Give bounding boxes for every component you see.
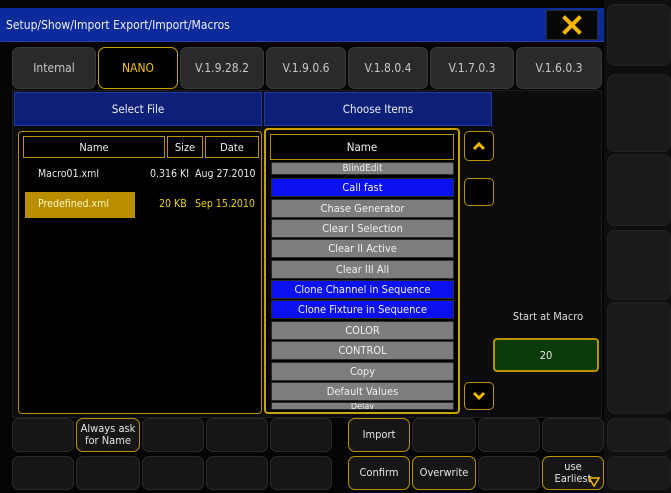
chevron-up-icon bbox=[472, 141, 486, 151]
use-earliest-button[interactable]: use Earliest bbox=[542, 456, 604, 490]
column-header-size[interactable]: Size bbox=[167, 136, 203, 158]
table-row-selected[interactable]: Predefined.xml 20 KB Sep 15.2010 bbox=[23, 192, 259, 218]
scroll-thumb[interactable] bbox=[464, 178, 494, 206]
tab-v1-8-0-4[interactable]: V.1.8.0.4 bbox=[348, 47, 428, 89]
tab-v1-6-0-3[interactable]: V.1.6.0.3 bbox=[516, 47, 602, 89]
table-row[interactable]: Macro01.xml 0.316 KI Aug 27.2010 bbox=[23, 162, 259, 188]
tab-v1-9-0-6[interactable]: V.1.9.0.6 bbox=[266, 47, 346, 89]
chevron-down-icon bbox=[472, 391, 486, 401]
right-button-5[interactable] bbox=[607, 302, 671, 414]
file-name: Macro01.xml bbox=[38, 168, 99, 180]
bottom-button-7[interactable] bbox=[412, 418, 476, 452]
column-header-date[interactable]: Date bbox=[205, 136, 259, 158]
bottom-button-13[interactable] bbox=[206, 456, 268, 490]
list-item-selected[interactable]: Clone Channel in Sequence bbox=[271, 280, 454, 299]
overwrite-button[interactable]: Overwrite bbox=[412, 456, 476, 490]
right-button-1[interactable] bbox=[607, 4, 671, 66]
import-button[interactable]: Import bbox=[348, 418, 410, 452]
right-button-2[interactable] bbox=[607, 74, 671, 152]
bottom-button-3[interactable] bbox=[142, 418, 204, 452]
title-bar: Setup/Show/Import Export/Import/Macros bbox=[0, 8, 604, 42]
right-button-7[interactable] bbox=[607, 456, 671, 490]
choose-items-header: Choose Items bbox=[264, 92, 492, 126]
list-item[interactable]: Clear I Selection bbox=[271, 219, 454, 238]
start-at-macro-label: Start at Macro bbox=[512, 310, 584, 323]
items-column-header-name[interactable]: Name bbox=[270, 134, 454, 160]
bottom-button-17[interactable] bbox=[478, 456, 540, 490]
scroll-down-button[interactable] bbox=[464, 382, 494, 410]
bottom-button-1[interactable] bbox=[12, 418, 74, 452]
bottom-button-9[interactable] bbox=[542, 418, 604, 452]
tab-nano[interactable]: NANO bbox=[98, 47, 178, 89]
items-list: Name BlindEdit Call fast Chase Generator… bbox=[264, 128, 460, 414]
right-button-3[interactable] bbox=[607, 154, 671, 226]
bottom-button-10[interactable] bbox=[12, 456, 74, 490]
list-item-selected[interactable]: Clone Fixture in Sequence bbox=[271, 300, 454, 319]
close-icon bbox=[562, 15, 582, 35]
scroll-up-button[interactable] bbox=[464, 131, 494, 161]
triangle-down-icon bbox=[588, 477, 600, 487]
start-at-macro-field[interactable]: 20 bbox=[493, 338, 599, 372]
list-item[interactable]: Delay bbox=[271, 402, 454, 410]
list-item[interactable]: Copy bbox=[271, 362, 454, 381]
list-item[interactable]: Clear II Active bbox=[271, 239, 454, 258]
file-date: Sep 15.2010 bbox=[195, 198, 255, 210]
list-item[interactable]: Default Values bbox=[271, 382, 454, 401]
tab-v1-9-28-2[interactable]: V.1.9.28.2 bbox=[180, 47, 264, 89]
list-item[interactable]: COLOR bbox=[271, 321, 454, 340]
bottom-button-12[interactable] bbox=[142, 456, 204, 490]
always-ask-for-name-button[interactable]: Always ask for Name bbox=[76, 418, 140, 452]
right-button-4[interactable] bbox=[607, 230, 671, 300]
list-item[interactable]: Chase Generator bbox=[271, 199, 454, 218]
bottom-button-8[interactable] bbox=[478, 418, 540, 452]
file-size: 0.316 KI bbox=[150, 168, 190, 180]
use-earliest-label: use Earliest bbox=[554, 460, 592, 485]
select-file-header: Select File bbox=[14, 92, 262, 126]
file-date: Aug 27.2010 bbox=[195, 168, 256, 180]
confirm-button[interactable]: Confirm bbox=[348, 456, 410, 490]
file-table: Name Size Date Macro01.xml 0.316 KI Aug … bbox=[18, 131, 262, 414]
bottom-button-4[interactable] bbox=[206, 418, 268, 452]
column-header-name[interactable]: Name bbox=[23, 136, 165, 158]
tab-internal[interactable]: Internal bbox=[12, 47, 96, 89]
bottom-button-5[interactable] bbox=[270, 418, 332, 452]
tab-v1-7-0-3[interactable]: V.1.7.0.3 bbox=[430, 47, 514, 89]
file-size: 20 KB bbox=[159, 198, 187, 210]
list-item[interactable]: Clear III All bbox=[271, 260, 454, 279]
list-item-selected[interactable]: Call fast bbox=[271, 178, 454, 197]
list-item[interactable]: CONTROL bbox=[271, 341, 454, 360]
right-button-6[interactable] bbox=[607, 418, 671, 452]
bottom-button-14[interactable] bbox=[270, 456, 332, 490]
close-button[interactable] bbox=[546, 10, 598, 40]
right-button-column bbox=[604, 0, 671, 493]
file-name: Predefined.xml bbox=[38, 198, 109, 210]
list-item[interactable]: BlindEdit bbox=[271, 162, 454, 175]
window-title: Setup/Show/Import Export/Import/Macros bbox=[6, 18, 230, 32]
bottom-button-11[interactable] bbox=[76, 456, 140, 490]
